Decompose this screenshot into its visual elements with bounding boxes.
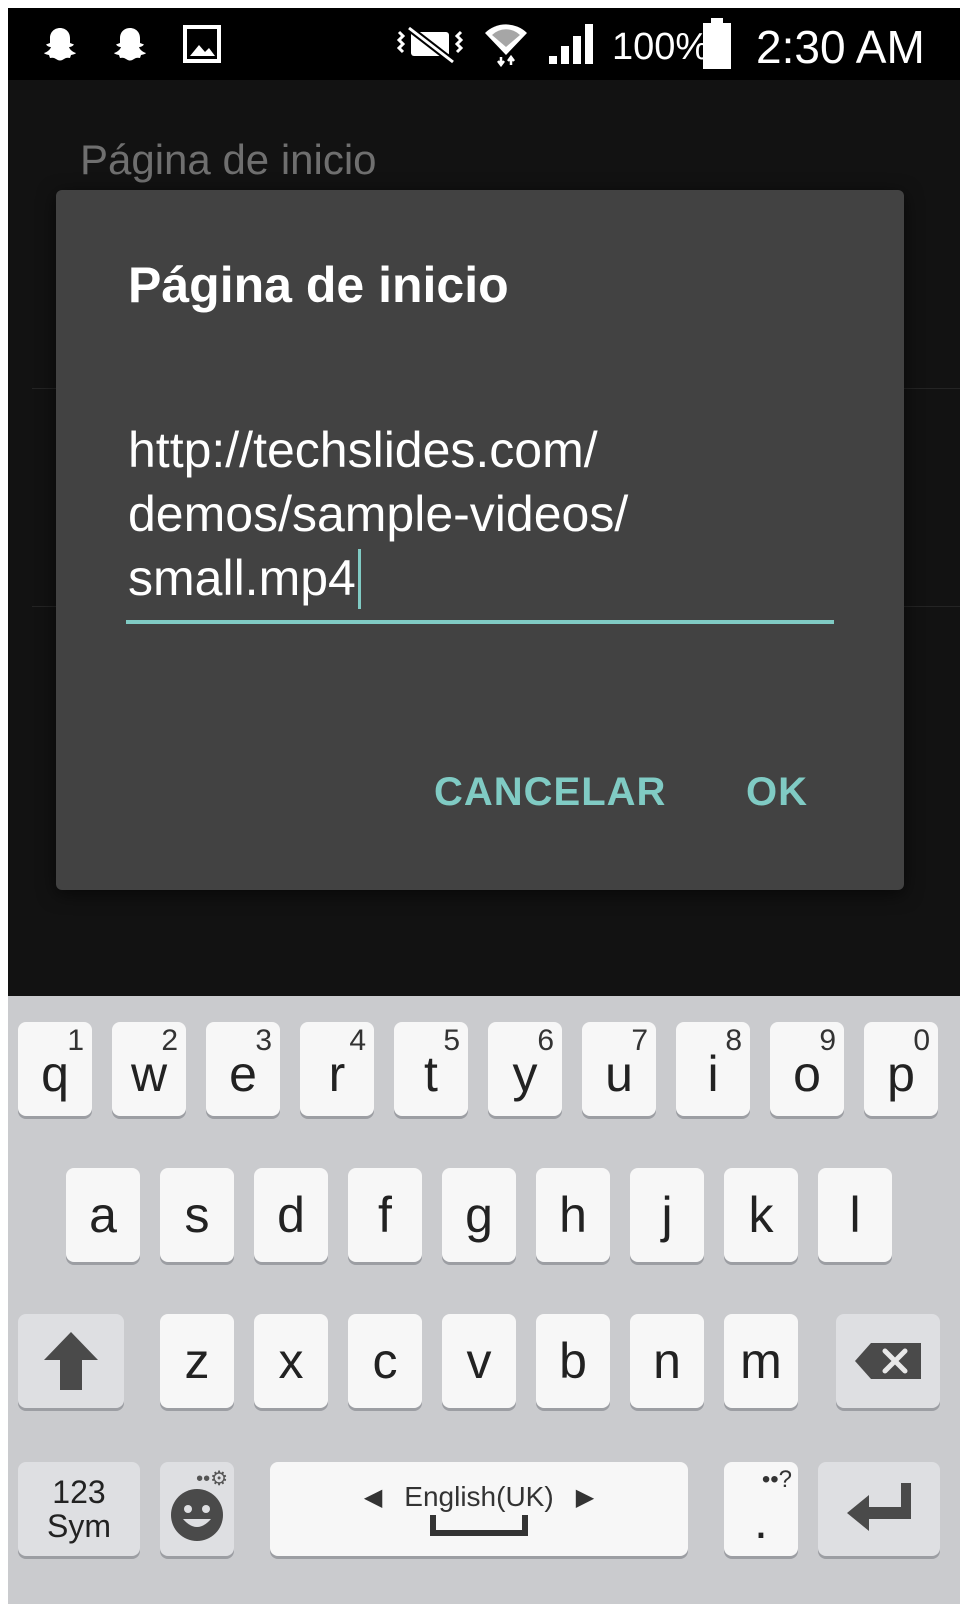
enter-key[interactable] <box>818 1462 940 1556</box>
space-bar-icon <box>430 1515 528 1536</box>
settings-dots-icon: ••⚙ <box>196 1468 228 1490</box>
key-d[interactable]: d <box>254 1168 328 1262</box>
enter-icon <box>847 1483 911 1531</box>
key-j[interactable]: j <box>630 1168 704 1262</box>
phone-screen: 100% 2:30 AM Página de inicio Página de … <box>8 8 960 1604</box>
snapchat-icon <box>38 24 82 64</box>
key-p[interactable]: 0p <box>864 1022 938 1116</box>
backspace-icon <box>855 1343 921 1379</box>
key-e[interactable]: 3e <box>206 1022 280 1116</box>
key-s[interactable]: s <box>160 1168 234 1262</box>
period-key[interactable]: ••? . <box>724 1462 798 1556</box>
language-left-arrow-icon: ◀ <box>363 1483 383 1511</box>
vibrate-icon <box>394 24 466 64</box>
wifi-icon <box>478 24 534 67</box>
emoji-icon <box>171 1489 223 1541</box>
key-c[interactable]: c <box>348 1314 422 1408</box>
ok-button[interactable]: OK <box>746 770 808 815</box>
spacebar-key[interactable]: ◀ English(UK) ▶ <box>270 1462 688 1556</box>
homepage-dialog: Página de inicio http://techslides.com/ … <box>56 190 904 890</box>
sym-key[interactable]: 123 Sym <box>18 1462 140 1556</box>
language-right-arrow-icon: ▶ <box>575 1483 595 1511</box>
gallery-icon <box>180 24 224 64</box>
snapchat-icon <box>108 24 152 64</box>
key-o[interactable]: 9o <box>770 1022 844 1116</box>
text-cursor <box>357 549 361 609</box>
key-h[interactable]: h <box>536 1168 610 1262</box>
on-screen-keyboard: 1q 2w 3e 4r 5t 6y 7u 8i 9o 0p a s d f g … <box>8 996 960 1604</box>
cancel-button[interactable]: CANCELAR <box>434 770 666 815</box>
settings-item-homepage: Página de inicio <box>80 136 377 183</box>
key-k[interactable]: k <box>724 1168 798 1262</box>
key-w[interactable]: 2w <box>112 1022 186 1116</box>
shift-icon <box>44 1332 98 1390</box>
key-b[interactable]: b <box>536 1314 610 1408</box>
input-underline <box>126 620 834 624</box>
key-i[interactable]: 8i <box>676 1022 750 1116</box>
key-g[interactable]: g <box>442 1168 516 1262</box>
key-l[interactable]: l <box>818 1168 892 1262</box>
shift-key[interactable] <box>18 1314 124 1408</box>
battery-icon <box>700 18 734 70</box>
battery-percent: 100% <box>612 26 710 68</box>
key-n[interactable]: n <box>630 1314 704 1408</box>
backspace-key[interactable] <box>836 1314 940 1408</box>
key-u[interactable]: 7u <box>582 1022 656 1116</box>
key-r[interactable]: 4r <box>300 1022 374 1116</box>
key-z[interactable]: z <box>160 1314 234 1408</box>
status-bar: 100% 2:30 AM <box>8 8 960 80</box>
key-v[interactable]: v <box>442 1314 516 1408</box>
key-t[interactable]: 5t <box>394 1022 468 1116</box>
key-m[interactable]: m <box>724 1314 798 1408</box>
key-a[interactable]: a <box>66 1168 140 1262</box>
url-input-text: http://techslides.com/ demos/sample-vide… <box>128 422 629 606</box>
dialog-title: Página de inicio <box>128 257 509 313</box>
homepage-url-input[interactable]: http://techslides.com/ demos/sample-vide… <box>128 418 836 610</box>
emoji-key[interactable]: ••⚙ <box>160 1462 234 1556</box>
key-f[interactable]: f <box>348 1168 422 1262</box>
key-x[interactable]: x <box>254 1314 328 1408</box>
signal-icon <box>546 24 598 64</box>
keyboard-language: English(UK) <box>404 1481 554 1512</box>
clock: 2:30 AM <box>756 21 925 73</box>
key-y[interactable]: 6y <box>488 1022 562 1116</box>
key-q[interactable]: 1q <box>18 1022 92 1116</box>
